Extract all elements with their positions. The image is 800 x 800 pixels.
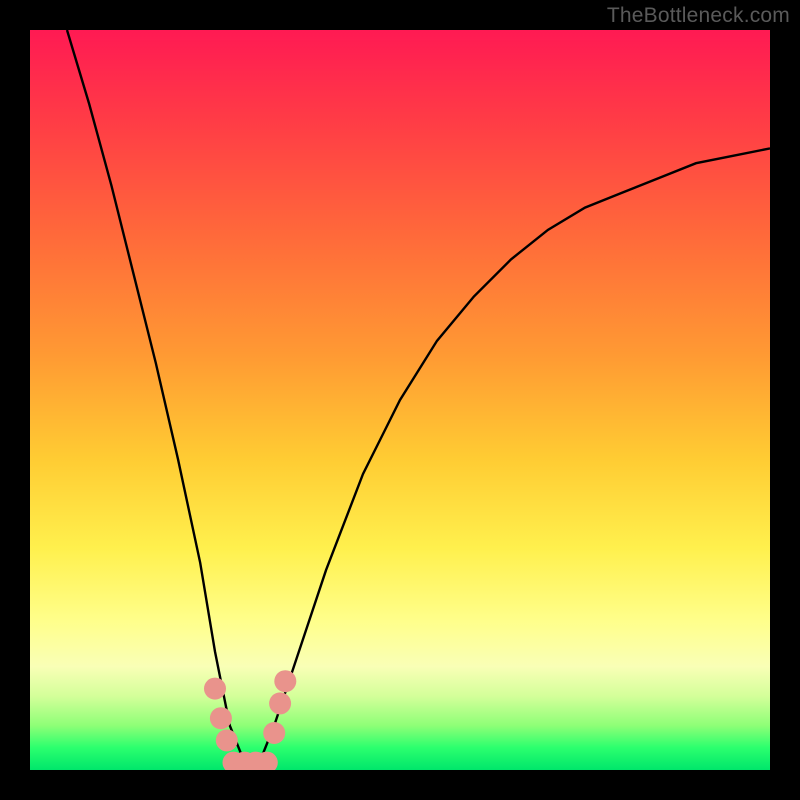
- trough-marker: [263, 722, 285, 744]
- trough-marker: [216, 729, 238, 751]
- trough-marker: [269, 692, 291, 714]
- bottleneck-curve: [67, 30, 770, 763]
- plot-area: [30, 30, 770, 770]
- trough-marker: [204, 678, 226, 700]
- marker-group: [204, 670, 296, 770]
- chart-frame: TheBottleneck.com: [0, 0, 800, 800]
- trough-marker: [210, 707, 232, 729]
- watermark-text: TheBottleneck.com: [607, 4, 790, 28]
- curve-svg: [30, 30, 770, 770]
- trough-marker: [274, 670, 296, 692]
